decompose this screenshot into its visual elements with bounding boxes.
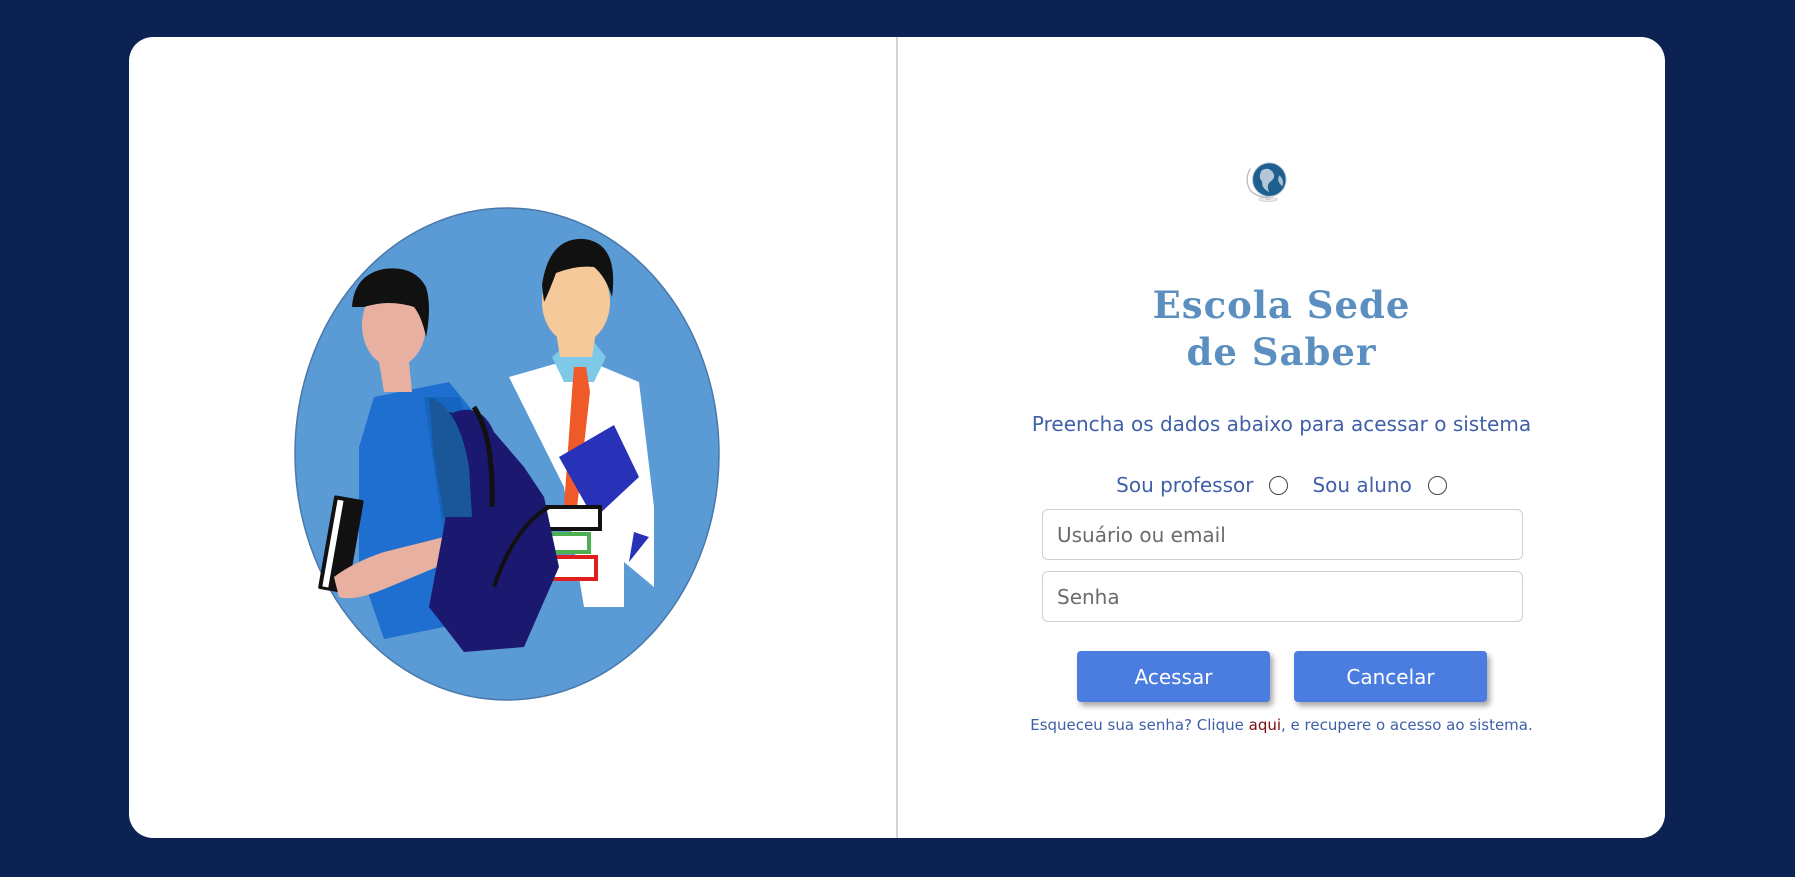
- cancel-button[interactable]: Cancelar: [1294, 651, 1487, 702]
- logo-line-1: Escola Sede: [1152, 283, 1411, 327]
- logo-wordmark: Escola Sede de Saber: [898, 282, 1665, 376]
- student-and-teacher-illustration-icon: [294, 207, 720, 701]
- role-professor-radio[interactable]: [1269, 475, 1289, 495]
- illustration-panel: [129, 37, 896, 838]
- password-input[interactable]: [1042, 571, 1523, 622]
- globe-logo-icon: [1246, 162, 1287, 202]
- forgot-prefix: Esqueceu sua senha? Clique: [1030, 716, 1249, 734]
- submit-button[interactable]: Acessar: [1077, 651, 1270, 702]
- login-instructions: Preencha os dados abaixo para acessar o …: [1031, 412, 1532, 436]
- login-card: Escola Sede de Saber Preencha os dados a…: [129, 37, 1665, 838]
- role-professor-label: Sou professor: [1116, 473, 1254, 497]
- role-selector: Sou professor Sou aluno: [898, 473, 1665, 497]
- role-option-professor: Sou professor: [1116, 473, 1289, 497]
- role-aluno-label: Sou aluno: [1312, 473, 1412, 497]
- forgot-suffix: , e recupere o acesso ao sistema.: [1281, 716, 1533, 734]
- role-option-aluno: Sou aluno: [1312, 473, 1447, 497]
- username-input[interactable]: [1042, 509, 1523, 560]
- login-panel: Escola Sede de Saber Preencha os dados a…: [898, 37, 1665, 838]
- forgot-password-text: Esqueceu sua senha? Clique aqui, e recup…: [898, 716, 1665, 734]
- role-aluno-radio[interactable]: [1427, 475, 1447, 495]
- logo-line-2: de Saber: [1186, 330, 1377, 374]
- forgot-password-link[interactable]: aqui: [1249, 716, 1281, 734]
